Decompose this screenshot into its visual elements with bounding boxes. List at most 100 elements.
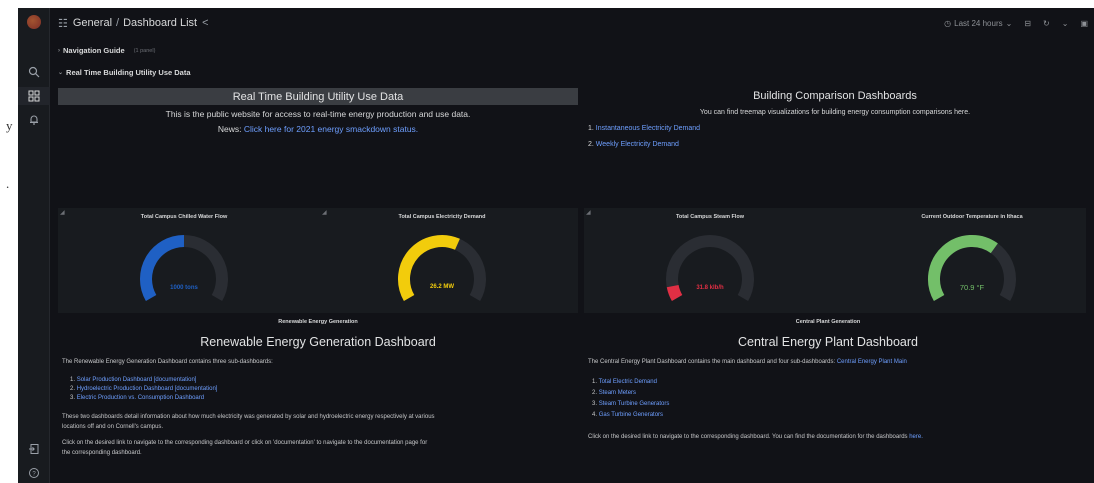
item-number: 4. (592, 412, 598, 418)
comparison-item: 2. Weekly Electricity Demand (588, 141, 679, 148)
panel-info-icon[interactable]: ◢ (586, 209, 591, 216)
steam-turbine-link[interactable]: Steam Turbine Generators (599, 401, 670, 407)
dashboard-grid-icon: ☷ (58, 17, 68, 30)
gauge-title-temperature: Current Outdoor Temperature in Ithaca (921, 214, 1023, 220)
refresh-icon[interactable]: ↻ (1043, 19, 1050, 28)
gauge-value-chilled-water: 1000 tons (170, 285, 198, 291)
refresh-interval-icon[interactable]: ⌄ (1062, 19, 1069, 28)
panel-info-icon[interactable]: ◢ (60, 209, 65, 216)
item-number: 3. (70, 395, 76, 401)
renewable-item: 2. Hydroelectric Production Dashboard [d… (70, 386, 217, 392)
renewable-para2-cont: the corresponding dashboard. (62, 450, 142, 456)
time-range-label: Last 24 hours (954, 18, 1003, 28)
solar-dashboard-link[interactable]: Solar Production Dashboard (77, 377, 152, 383)
gauge-title-steam: Total Campus Steam Flow (675, 214, 745, 220)
renewable-heading: Renewable Energy Generation Dashboard (200, 335, 436, 349)
margin-fragment-2: . (6, 176, 10, 191)
total-electric-demand-link[interactable]: Total Electric Demand (599, 379, 657, 385)
gauge-chilled-water (140, 235, 228, 301)
gauge-title-chilled-water: Total Campus Chilled Water Flow (140, 214, 228, 220)
item-number: 3. (592, 401, 598, 407)
hydro-documentation-link[interactable]: [documentation] (175, 386, 218, 392)
comparison-item: 1. Instantaneous Electricity Demand (588, 125, 700, 132)
central-footer-text: Click on the desired link to navigate to… (588, 434, 908, 440)
svg-text:?: ? (32, 471, 36, 477)
solar-documentation-link[interactable]: [documentation] (154, 377, 197, 383)
news-link[interactable]: Click here for 2021 energy smackdown sta… (244, 124, 418, 134)
central-item: 1. Total Electric Demand (592, 379, 657, 385)
renewable-para1-cont: locations off and on Cornell's campus. (62, 424, 164, 430)
renewable-para1: These two dashboards detail information … (62, 414, 435, 420)
renewable-item: 3. Electric Production vs. Consumption D… (70, 395, 204, 401)
gauge-value-electricity: 26.2 MW (429, 284, 455, 290)
sidebar: ? (18, 8, 50, 483)
top-navbar: ☷ General / Dashboard List < (50, 8, 1094, 38)
panel-info-icon[interactable]: ◢ (322, 209, 327, 216)
item-number: 2. (70, 386, 76, 392)
grafana-logo[interactable] (27, 15, 41, 29)
tv-mode-icon[interactable]: ▣ (1080, 19, 1088, 28)
zoom-out-icon[interactable]: ⊟ (1024, 19, 1031, 28)
help-icon[interactable]: ? (18, 464, 50, 482)
news-prefix: News: (217, 124, 242, 134)
central-plant-main-link[interactable]: Central Energy Plant Main (837, 359, 907, 365)
weekly-demand-link[interactable]: Weekly Electricity Demand (596, 141, 679, 148)
comparison-text-panel: Building Comparison Dashboards You can f… (584, 88, 1086, 198)
central-item: 4. Gas Turbine Generators (592, 412, 663, 418)
chevron-right-icon: › (58, 47, 60, 54)
dashboard-main: ☷ General / Dashboard List < ◷ Last 24 h… (50, 8, 1094, 483)
intro-heading: Real Time Building Utility Use Data (58, 88, 578, 105)
steam-meters-link[interactable]: Steam Meters (599, 390, 636, 396)
gauge-temperature (928, 235, 1016, 301)
row-title-label: Real Time Building Utility Use Data (66, 68, 191, 77)
toolbar-right: ◷ Last 24 hours ⌄ ⊟ ↻ ⌄ ▣ (944, 8, 1094, 38)
central-item: 3. Steam Turbine Generators (592, 401, 669, 407)
gas-turbine-link[interactable]: Gas Turbine Generators (599, 412, 663, 418)
time-picker[interactable]: ◷ Last 24 hours ⌄ (944, 19, 1012, 28)
intro-line: This is the public website for access to… (165, 109, 471, 119)
gauge-value-steam: 31.8 klb/h (696, 285, 724, 291)
row-navigation-guide[interactable]: › Navigation Guide (1 panel) (58, 46, 155, 55)
central-documentation-link[interactable]: here. (909, 434, 923, 440)
row-panel-count: (1 panel) (133, 47, 156, 54)
central-intro: The Central Energy Plant Dashboard conta… (588, 359, 907, 365)
row-title-label: Navigation Guide (63, 46, 125, 55)
central-heading: Central Energy Plant Dashboard (738, 335, 918, 349)
renewable-subtitle: Renewable Energy Generation (278, 319, 358, 325)
gauge-title-electricity: Total Campus Electricity Demand (398, 214, 486, 220)
news-line: News: Click here for 2021 energy smackdo… (58, 124, 578, 134)
item-number: 2. (588, 141, 594, 148)
item-number: 1. (70, 377, 76, 383)
gauge-value-temperature: 70.9 °F (959, 283, 985, 292)
clock-icon: ◷ (944, 18, 952, 28)
search-icon[interactable] (18, 63, 50, 81)
central-intro-text: The Central Energy Plant Dashboard conta… (588, 359, 836, 365)
breadcrumb-general[interactable]: General (73, 17, 112, 29)
gauge-electricity (398, 235, 486, 301)
chevron-down-icon: ⌄ (58, 70, 64, 76)
intro-text-panel: Real Time Building Utility Use Data This… (58, 88, 578, 198)
chevron-down-icon: ⌄ (1005, 18, 1013, 28)
dashboards-icon[interactable] (18, 87, 50, 105)
share-icon[interactable]: < (202, 17, 208, 29)
production-consumption-link[interactable]: Electric Production vs. Consumption Dash… (77, 395, 204, 401)
breadcrumb-separator: / (116, 17, 120, 29)
central-item: 2. Steam Meters (592, 390, 636, 396)
renewable-para2: Click on the desired link to navigate to… (62, 440, 428, 446)
gauge-steam (666, 235, 754, 301)
instantaneous-demand-link[interactable]: Instantaneous Electricity Demand (596, 125, 700, 132)
renewable-item: 1. Solar Production Dashboard [documenta… (70, 377, 196, 383)
item-number: 1. (592, 379, 598, 385)
item-number: 1. (588, 125, 594, 132)
alerting-bell-icon[interactable] (18, 111, 50, 129)
item-number: 2. (592, 390, 598, 396)
central-subtitle: Central Plant Generation (795, 319, 861, 325)
renewable-intro: The Renewable Energy Generation Dashboar… (62, 359, 273, 365)
central-footer: Click on the desired link to navigate to… (588, 434, 923, 440)
breadcrumb-dashboard-list[interactable]: Dashboard List (123, 17, 197, 29)
comparison-intro: You can find treemap visualizations for … (699, 109, 971, 116)
hydro-dashboard-link[interactable]: Hydroelectric Production Dashboard (77, 386, 173, 392)
margin-fragment-1: y (6, 118, 13, 133)
row-realtime-data[interactable]: ⌄ Real Time Building Utility Use Data (58, 68, 191, 77)
sign-in-icon[interactable] (18, 440, 50, 458)
